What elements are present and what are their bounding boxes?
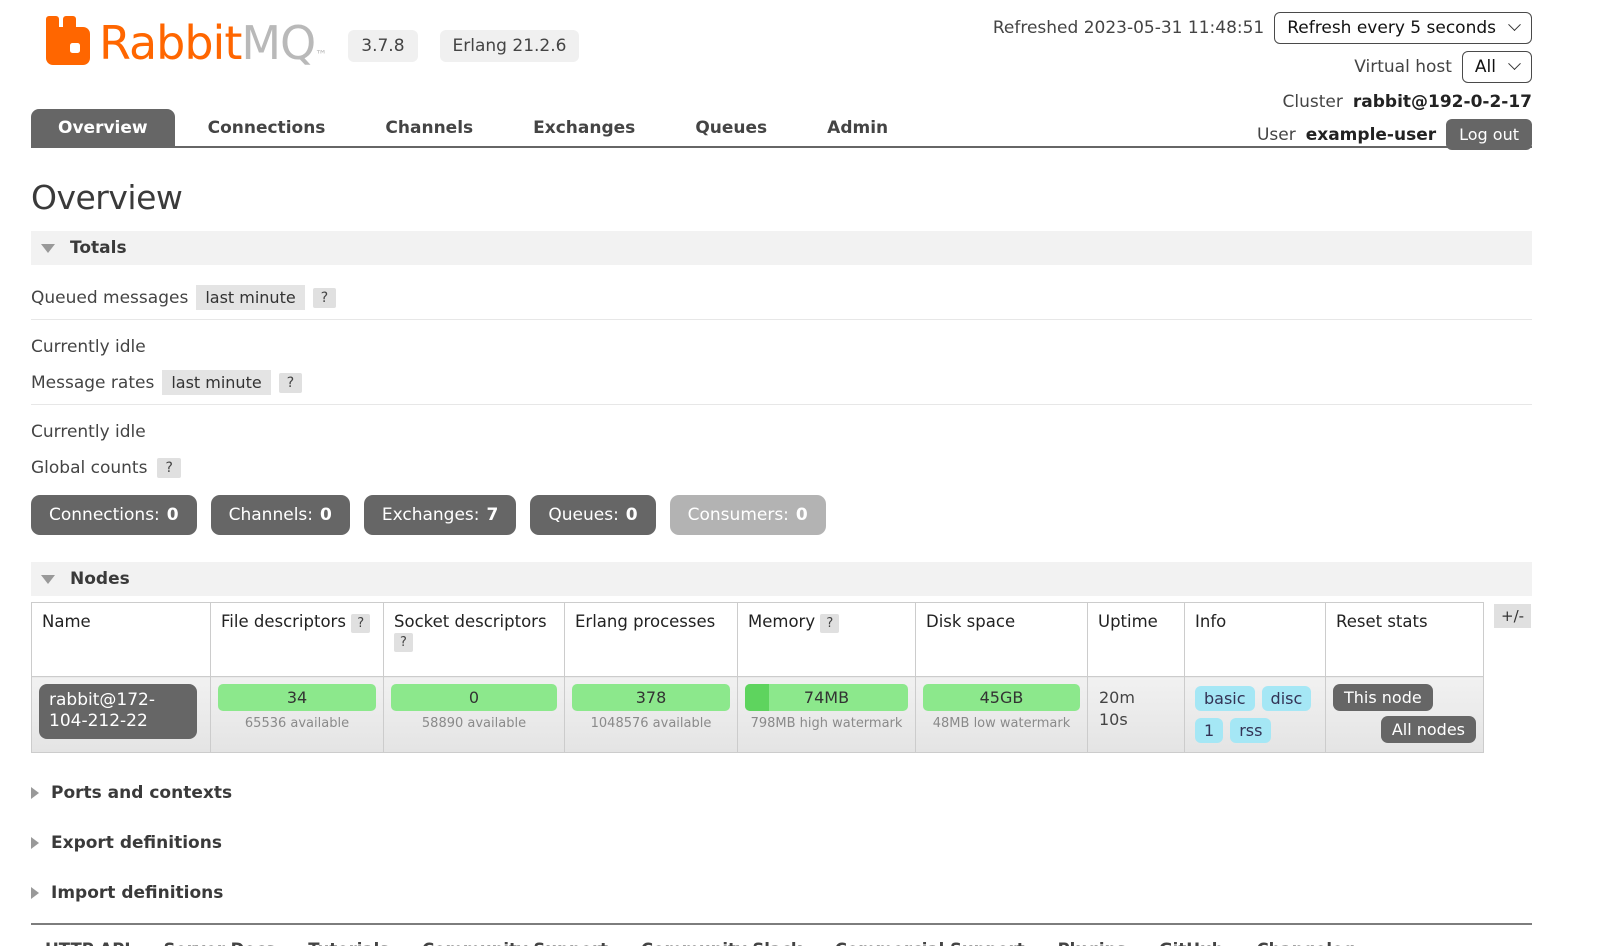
collapse-arrow-icon [41,575,55,584]
col-header-disk-space: Disk space [916,603,1088,677]
node-name-badge[interactable]: rabbit@172-104-212-22 [39,684,197,739]
erlang-version-badge: Erlang 21.2.6 [440,30,580,62]
tab-overview[interactable]: Overview [31,109,175,146]
column-toggle-badge[interactable]: +/- [1494,604,1531,628]
erlang-processes-meter: 378 [572,684,730,711]
footer-link-community-slack[interactable]: Community Slack [641,940,802,946]
queued-messages-label: Queued messages [31,288,188,308]
footer: HTTP API Server Docs Tutorials Community Su… [31,923,1532,946]
memory-meter: 74MB [745,684,908,711]
rabbitmq-logo: RabbitMQ™ [45,16,326,66]
info-tag-1: 1 [1195,718,1223,743]
totals-section-header[interactable]: Totals [31,231,1532,265]
rates-idle-status: Currently idle [31,422,1532,442]
queued-idle-status: Currently idle [31,337,1532,357]
expand-arrow-icon [31,837,39,849]
info-tag-basic: basic [1195,686,1255,711]
message-rates-label: Message rates [31,373,154,393]
global-counts-label: Global counts [31,458,147,478]
tab-channels[interactable]: Channels [358,109,500,146]
collapse-arrow-icon [41,244,55,253]
global-counts: Connections:0 Channels:0 Exchanges:7 Que… [31,495,1532,535]
nodes-table: Name File descriptors ? Socket descripto… [31,602,1484,753]
expand-arrow-icon [31,887,39,899]
virtual-host-label: Virtual host [1354,57,1452,77]
info-tag-rss: rss [1230,718,1271,743]
col-header-erlang-processes: Erlang processes [565,603,738,677]
socket-descriptors-cell: 0 58890 available [384,677,565,753]
rabbitmq-version-badge: 3.7.8 [348,30,417,62]
footer-link-commercial-support[interactable]: Commercial Support [835,940,1025,946]
chevron-down-icon [1508,18,1521,31]
memory-cell: 74MB 798MB high watermark [738,677,916,753]
exchanges-count-button[interactable]: Exchanges:7 [364,495,517,535]
footer-link-tutorials[interactable]: Tutorials [308,940,389,946]
page-title: Overview [31,178,1532,217]
ports-and-contexts-section-header[interactable]: Ports and contexts [31,783,1532,803]
virtual-host-select[interactable]: All [1462,51,1532,83]
reset-stats-cell: This node All nodes [1326,677,1484,753]
footer-link-server-docs[interactable]: Server Docs [164,940,276,946]
col-header-socket-descriptors: Socket descriptors ? [384,603,565,677]
consumers-count-button: Consumers:0 [670,495,826,535]
help-badge[interactable]: ? [351,614,370,633]
col-header-name: Name [32,603,211,677]
col-header-reset-stats: Reset stats [1326,603,1484,677]
disk-space-meter: 45GB [923,684,1080,711]
disk-space-cell: 45GB 48MB low watermark [916,677,1088,753]
tab-queues[interactable]: Queues [668,109,794,146]
refresh-interval-select[interactable]: Refresh every 5 seconds [1274,12,1532,44]
reset-this-node-button[interactable]: This node [1333,684,1433,711]
brand-wordmark: RabbitMQ™ [99,22,326,66]
help-badge[interactable]: ? [820,614,839,633]
rabbitmq-logo-icon [45,16,91,66]
main-nav-tabs: Overview Connections Channels Exchanges … [31,109,1532,148]
footer-link-github[interactable]: GitHub [1159,940,1223,946]
info-tag-disc: disc [1262,686,1312,711]
rates-help-badge[interactable]: ? [279,373,302,393]
socket-descriptors-meter: 0 [391,684,557,711]
footer-link-community-support[interactable]: Community Support [422,940,608,946]
header: RabbitMQ™ 3.7.8 Erlang 21.2.6 Refreshed … [31,0,1532,148]
queued-range-badge[interactable]: last minute [196,285,304,310]
footer-link-http-api[interactable]: HTTP API [45,940,131,946]
tab-connections[interactable]: Connections [181,109,353,146]
queues-count-button[interactable]: Queues:0 [530,495,655,535]
footer-link-changelog[interactable]: Changelog [1257,940,1356,946]
import-definitions-section-header[interactable]: Import definitions [31,883,1532,903]
erlang-processes-cell: 378 1048576 available [565,677,738,753]
node-row: rabbit@172-104-212-22 34 65536 available… [32,677,1484,753]
uptime-cell: 20m 10s [1088,677,1185,753]
col-header-info: Info [1185,603,1326,677]
chevron-down-icon [1508,57,1521,70]
rates-range-badge[interactable]: last minute [162,370,270,395]
info-cell: basic disc 1 rss [1185,677,1326,753]
col-header-uptime: Uptime [1088,603,1185,677]
refreshed-timestamp: Refreshed 2023-05-31 11:48:51 [993,18,1264,38]
nodes-section-header[interactable]: Nodes [31,562,1532,596]
expand-arrow-icon [31,787,39,799]
export-definitions-section-header[interactable]: Export definitions [31,833,1532,853]
queued-help-badge[interactable]: ? [313,288,336,308]
footer-link-plugins[interactable]: Plugins [1058,940,1127,946]
reset-all-nodes-button[interactable]: All nodes [1381,716,1476,743]
connections-count-button[interactable]: Connections:0 [31,495,197,535]
tab-exchanges[interactable]: Exchanges [506,109,662,146]
file-descriptors-cell: 34 65536 available [211,677,384,753]
tab-admin[interactable]: Admin [800,109,915,146]
col-header-memory: Memory ? [738,603,916,677]
file-descriptors-meter: 34 [218,684,376,711]
channels-count-button[interactable]: Channels:0 [211,495,350,535]
global-counts-help-badge[interactable]: ? [157,458,180,478]
help-badge[interactable]: ? [394,633,413,652]
col-header-file-descriptors: File descriptors ? [211,603,384,677]
